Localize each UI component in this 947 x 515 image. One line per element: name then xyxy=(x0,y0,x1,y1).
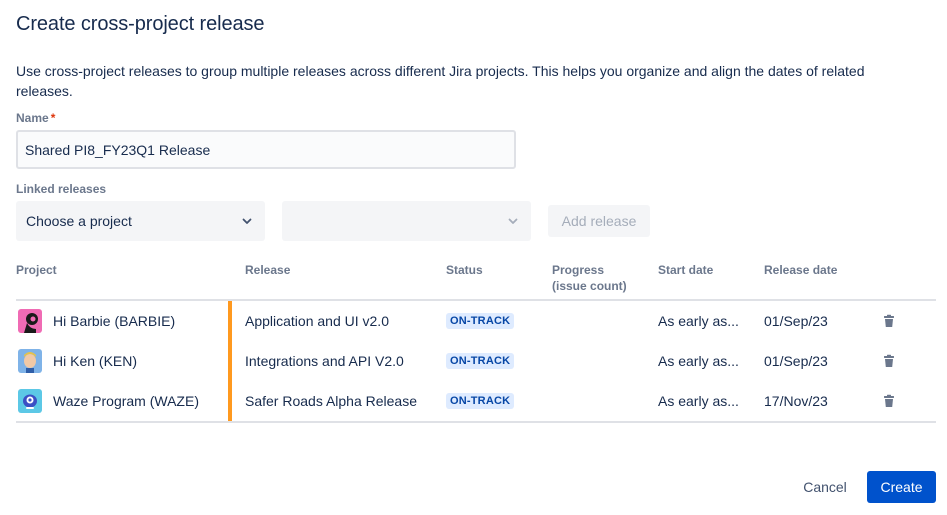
status-badge: ON-TRACK xyxy=(446,313,515,329)
trash-icon xyxy=(884,314,894,327)
dialog-description: Use cross-project releases to group mult… xyxy=(16,63,865,99)
project-select-value: Choose a project xyxy=(26,213,132,229)
start-date[interactable]: As early as... xyxy=(658,301,739,341)
status-cell: ON-TRACK xyxy=(446,301,515,341)
cancel-button[interactable]: Cancel xyxy=(790,471,860,503)
trash-icon xyxy=(884,354,894,367)
header-progress-line1: Progress xyxy=(552,263,605,277)
delete-row-button[interactable] xyxy=(882,301,896,341)
header-start-date: Start date xyxy=(658,263,714,277)
project-name: Waze Program (WAZE) xyxy=(53,393,199,409)
ken-avatar-icon xyxy=(18,349,42,373)
name-label: Name * xyxy=(16,111,55,125)
barbie-avatar-icon xyxy=(18,309,42,333)
release-name: Safer Roads Alpha Release xyxy=(245,393,417,409)
create-button[interactable]: Create xyxy=(867,471,936,503)
project-name: Hi Barbie (BARBIE) xyxy=(53,313,176,329)
chevron-down-icon xyxy=(508,218,518,224)
table-row: Hi Ken (KEN) Integrations and API V2.0 O… xyxy=(16,341,936,381)
start-date[interactable]: As early as... xyxy=(658,381,739,421)
project-cell: Waze Program (WAZE) xyxy=(18,381,199,421)
table-row: Waze Program (WAZE) Safer Roads Alpha Re… xyxy=(16,381,936,421)
status-cell: ON-TRACK xyxy=(446,381,515,421)
header-project: Project xyxy=(16,263,57,277)
trash-icon xyxy=(884,394,894,407)
header-progress-line2: (issue count) xyxy=(552,279,627,293)
dialog-title: Create cross-project release xyxy=(16,13,265,35)
header-progress: Progress (issue count) xyxy=(552,262,627,294)
required-marker: * xyxy=(50,111,56,125)
delete-row-button[interactable] xyxy=(882,341,896,381)
chevron-down-icon xyxy=(242,218,252,224)
release-select[interactable] xyxy=(282,201,531,241)
name-input[interactable] xyxy=(16,130,516,169)
project-name: Hi Ken (KEN) xyxy=(53,353,138,369)
project-cell: Hi Ken (KEN) xyxy=(18,341,137,381)
delete-row-button[interactable] xyxy=(882,381,896,421)
table-row: Hi Barbie (BARBIE) Application and UI v2… xyxy=(16,301,936,341)
release-date: 01/Sep/23 xyxy=(764,353,828,369)
status-badge: ON-TRACK xyxy=(446,353,515,369)
waze-avatar-icon xyxy=(18,389,42,413)
name-label-text: Name xyxy=(16,111,49,125)
release-date: 01/Sep/23 xyxy=(764,313,828,329)
release-name: Integrations and API V2.0 xyxy=(245,353,404,369)
header-release-date: Release date xyxy=(764,263,838,277)
header-release: Release xyxy=(245,263,291,277)
release-name: Application and UI v2.0 xyxy=(245,313,389,329)
header-status: Status xyxy=(446,263,483,277)
linked-releases-label: Linked releases xyxy=(16,182,107,196)
release-date: 17/Nov/23 xyxy=(764,393,828,409)
status-badge: ON-TRACK xyxy=(446,393,515,409)
project-select[interactable]: Choose a project xyxy=(16,201,265,241)
table-bottom-divider xyxy=(16,421,936,423)
start-date[interactable]: As early as... xyxy=(658,341,739,381)
project-cell: Hi Barbie (BARBIE) xyxy=(18,301,175,341)
add-release-button[interactable]: Add release xyxy=(548,205,650,237)
status-cell: ON-TRACK xyxy=(446,341,515,381)
